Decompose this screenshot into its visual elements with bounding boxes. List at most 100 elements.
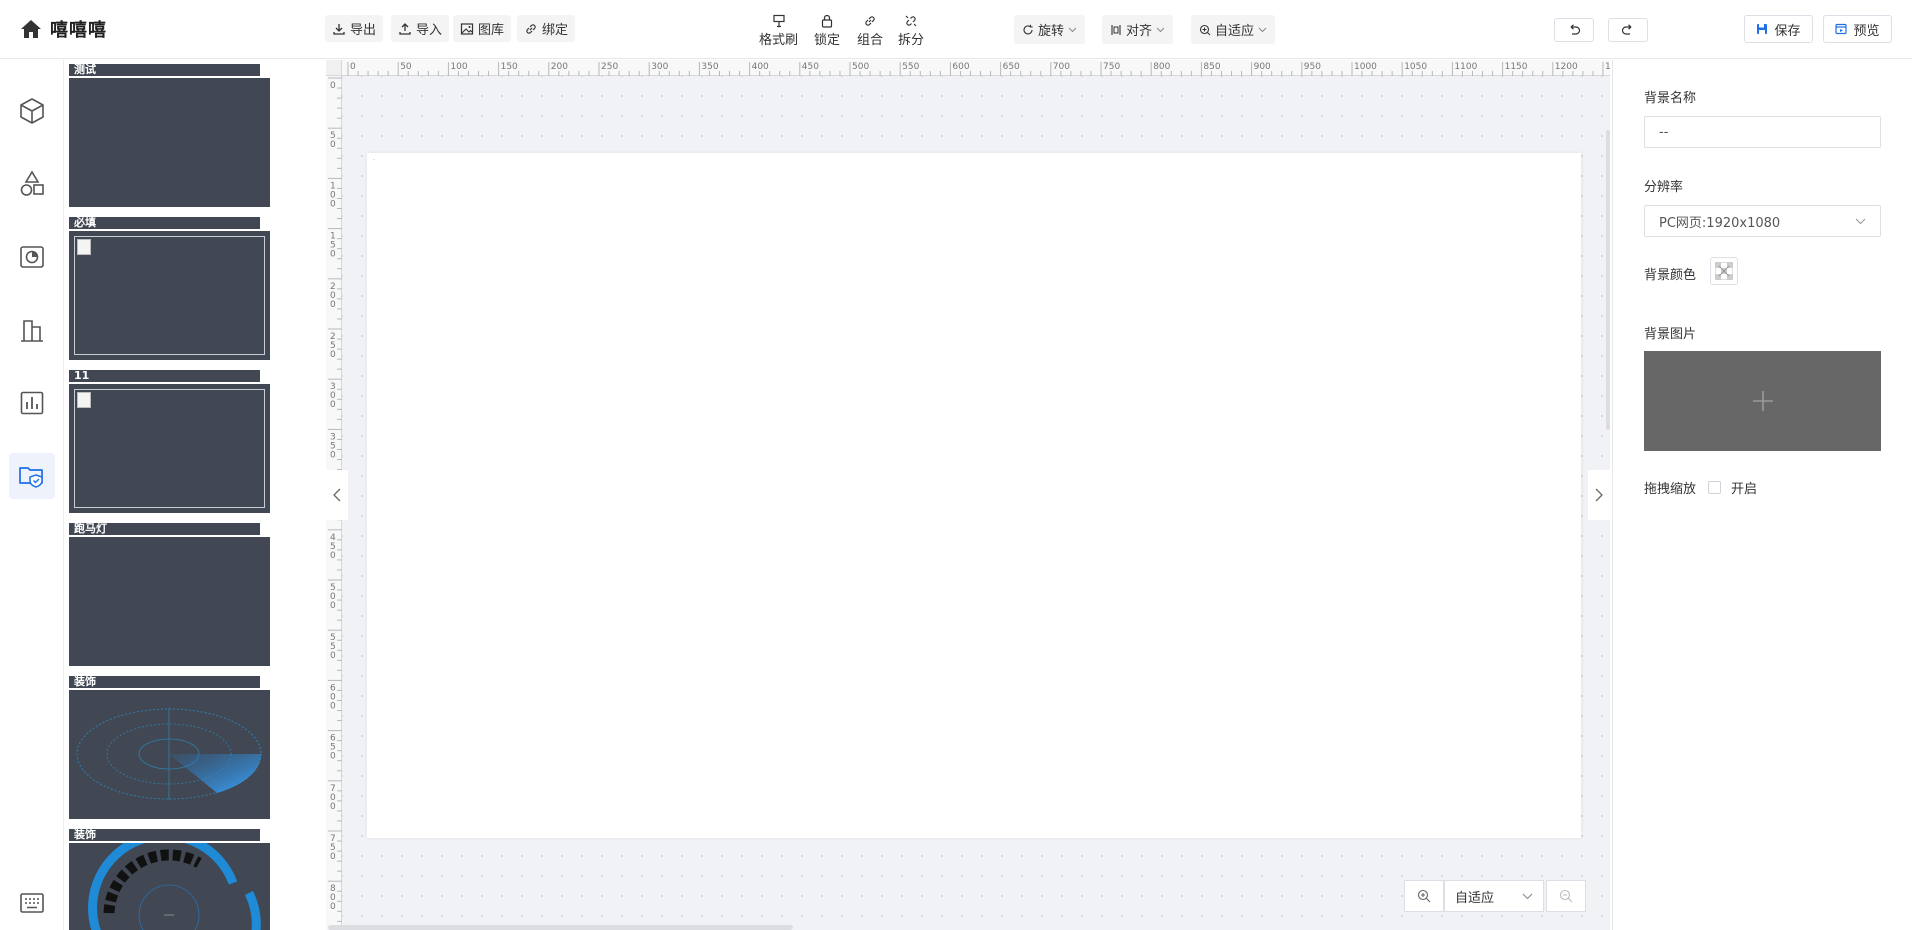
rail-item-charts[interactable] [9, 234, 55, 280]
chevron-left-icon [333, 488, 341, 502]
ruler-label: 900 [1254, 62, 1271, 72]
import-button[interactable]: 导入 [391, 15, 450, 42]
layer-item[interactable]: 跑马灯 [69, 519, 274, 666]
rail-item-shortcuts[interactable] [9, 880, 55, 926]
horizontal-scrollbar[interactable] [328, 925, 793, 930]
layer-title: 测试 [69, 64, 260, 76]
zoom-out-icon [1559, 889, 1573, 903]
rail-item-3d[interactable] [9, 88, 55, 134]
layer-thumbnail [69, 537, 270, 666]
drag-zoom-label: 拖拽缩放 [1644, 482, 1697, 497]
bg-image-upload[interactable] [1644, 351, 1881, 451]
undo-button[interactable] [1554, 18, 1594, 42]
transparent-swatch-icon [1715, 262, 1733, 280]
zoom-in-icon [1417, 889, 1431, 903]
redo-icon [1621, 24, 1635, 36]
ruler-label: 300 [651, 62, 668, 72]
ruler-label: 350 [701, 62, 718, 72]
ruler-label: 250 [601, 62, 618, 72]
layer-item[interactable]: 装饰 [69, 825, 274, 930]
redo-button[interactable] [1608, 18, 1648, 42]
ruler-label: 0 [330, 350, 336, 360]
ruler-label: 0 [330, 140, 336, 150]
save-button[interactable]: 保存 [1744, 15, 1813, 43]
preview-button[interactable]: 预览 [1823, 15, 1892, 43]
app-title: 嘻嘻嘻 [50, 20, 107, 41]
gauge-decoration [88, 843, 261, 930]
ruler-label: 1050 [1404, 62, 1427, 72]
import-label: 导入 [416, 23, 443, 38]
lock-icon [820, 14, 834, 28]
resolution-select[interactable]: PC网页:1920x1080 [1644, 205, 1881, 237]
export-button[interactable]: 导出 [325, 15, 384, 42]
zoom-out-button[interactable] [1546, 880, 1586, 912]
link-icon [524, 22, 538, 36]
component-rail [0, 60, 64, 930]
layer-item[interactable]: 测试 [69, 60, 274, 207]
layer-item[interactable]: 必填 [69, 213, 274, 360]
gallery-label: 图库 [478, 23, 505, 38]
rail-item-buildings[interactable] [9, 307, 55, 353]
gallery-button[interactable]: 图库 [453, 15, 512, 42]
drag-zoom-checkbox[interactable] [1708, 481, 1721, 494]
fit-dropdown[interactable]: 自适应 [1191, 15, 1276, 44]
rotate-dropdown[interactable]: 旋转 [1014, 15, 1086, 44]
app-logo[interactable]: 嘻嘻嘻 [20, 16, 107, 42]
export-label: 导出 [350, 23, 377, 38]
ruler-label: 200 [551, 62, 568, 72]
rail-item-resources[interactable] [9, 453, 55, 499]
save-label: 保存 [1774, 23, 1801, 39]
group-icon [863, 14, 877, 28]
folder-shield-icon [18, 463, 46, 489]
collapse-right-button[interactable] [1588, 470, 1610, 520]
bind-button[interactable]: 绑定 [517, 15, 576, 42]
export-icon [332, 22, 346, 36]
rotate-icon [1022, 24, 1034, 36]
zoom-select[interactable]: 自适应 [1444, 880, 1544, 912]
format-brush-button[interactable]: 格式刷 [759, 14, 798, 48]
ruler-label: 950 [1304, 62, 1321, 72]
ruler-label: 0 [330, 199, 336, 209]
editor-canvas[interactable]: 0 50 100 150 200 250 300 350 400 450 500 550 600 650 7… [326, 60, 1610, 930]
preview-icon [1835, 23, 1848, 35]
ruler-label: 0 [330, 852, 336, 862]
drag-zoom-option-label[interactable]: 开启 [1731, 478, 1757, 497]
cube-icon [19, 97, 45, 125]
image-frame [74, 389, 265, 508]
group-button[interactable]: 组合 [857, 14, 883, 48]
layer-item[interactable]: 装饰 [69, 672, 274, 819]
building-icon [19, 317, 45, 343]
layer-thumbnail [69, 384, 270, 513]
ruler-label: 0 [330, 300, 336, 310]
ruler-label: 0 [330, 902, 336, 912]
chart-card-icon [19, 244, 45, 270]
ruler-label: 800 [1153, 62, 1170, 72]
ruler-label: 12 [1605, 62, 1610, 72]
vertical-scrollbar[interactable] [1606, 130, 1610, 430]
layer-thumbnail [69, 690, 270, 819]
bind-label: 绑定 [542, 23, 569, 38]
rail-item-shapes[interactable] [9, 161, 55, 207]
chevron-right-icon [1595, 488, 1603, 502]
bg-color-label: 背景颜色 [1644, 268, 1697, 283]
rail-item-statistics[interactable] [9, 380, 55, 426]
layer-item[interactable]: 11 [69, 366, 274, 513]
collapse-left-button[interactable] [326, 470, 348, 520]
resolution-label: 分辨率 [1644, 180, 1684, 195]
zoom-in-button[interactable] [1404, 880, 1444, 912]
horizontal-ruler[interactable]: 0 50 100 150 200 250 300 350 400 450 500 550 600 650 7… [326, 60, 1610, 76]
lock-button[interactable]: 锁定 [814, 14, 840, 48]
layer-title: 装饰 [69, 829, 260, 841]
ruler-label: 1200 [1555, 62, 1578, 72]
image-icon [460, 22, 474, 36]
split-button[interactable]: 拆分 [898, 14, 924, 48]
bg-color-picker[interactable] [1710, 257, 1738, 285]
ruler-label: 50 [400, 62, 412, 72]
ruler-label: 0 [330, 81, 336, 91]
bg-name-input[interactable]: -- [1644, 116, 1881, 148]
ruler-label: 150 [501, 62, 518, 72]
align-dropdown[interactable]: 对齐 [1102, 15, 1174, 44]
layer-title: 11 [69, 370, 260, 382]
design-board[interactable]: · [367, 153, 1581, 838]
ruler-label: 0 [330, 450, 336, 460]
